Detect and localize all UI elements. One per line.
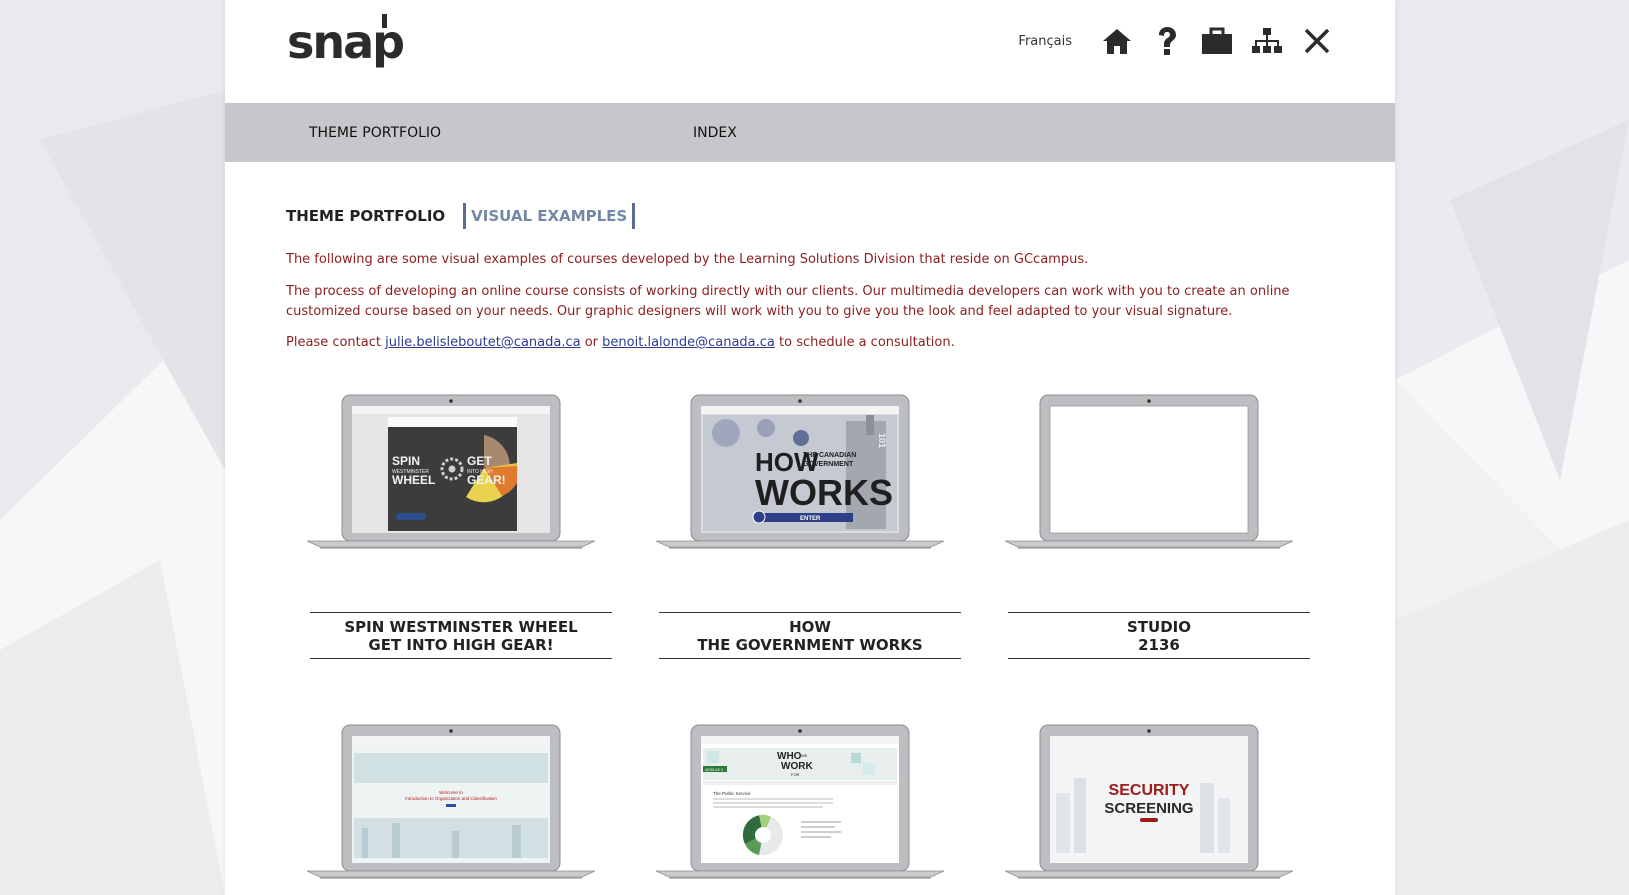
- main-page: snap Français THEME PORTFOLIO INDEX THEM…: [225, 0, 1395, 895]
- caption-line-1: SPIN WESTMINSTER WHEEL: [344, 617, 578, 636]
- caption-line-1: HOW: [789, 617, 831, 636]
- screen-text: SECURITY: [1109, 782, 1190, 799]
- tab-theme-portfolio[interactable]: THEME PORTFOLIO: [286, 207, 445, 225]
- home-icon[interactable]: [1096, 24, 1138, 58]
- contact-text-after: to schedule a consultation.: [774, 335, 955, 350]
- screen-text: WORKS: [755, 472, 893, 513]
- intro-paragraph-2: The process of developing an online cour…: [286, 284, 1290, 319]
- example-caption[interactable]: SPIN WESTMINSTER WHEEL GET INTO HIGH GEA…: [310, 612, 612, 659]
- laptop-thumbnail[interactable]: HOW THE CANADIAN GOVERNMENT WORKS ENTER …: [651, 393, 957, 556]
- menu-item-theme-portfolio[interactable]: THEME PORTFOLIO: [309, 125, 441, 141]
- site-header: snap Français: [225, 0, 1395, 103]
- contact-paragraph: Please contact julie.belisleboutet@canad…: [286, 333, 1346, 353]
- help-icon[interactable]: [1146, 24, 1188, 58]
- tab-visual-examples[interactable]: VISUAL EXAMPLES: [463, 203, 636, 229]
- example-caption[interactable]: STUDIO 2136: [1008, 612, 1310, 659]
- menu-item-index[interactable]: INDEX: [693, 125, 737, 141]
- screen-text: GEAR!: [467, 473, 506, 487]
- snap-logo[interactable]: snap: [287, 14, 405, 74]
- intro-paragraph-1: The following are some visual examples o…: [286, 252, 1089, 267]
- language-toggle[interactable]: Français: [1018, 34, 1072, 49]
- sitemap-icon[interactable]: [1246, 24, 1288, 58]
- contact-text-middle: or: [580, 335, 603, 350]
- screen-text: FOR: [791, 772, 800, 777]
- top-navigation: Français: [1018, 24, 1338, 58]
- close-icon[interactable]: [1296, 24, 1338, 58]
- screen-text: WHEEL: [392, 473, 435, 487]
- caption-line-1: STUDIO: [1127, 617, 1191, 636]
- screen-text: GET: [467, 454, 492, 468]
- screen-text: The Public Service: [713, 791, 751, 796]
- example-caption[interactable]: HOW THE GOVERNMENT WORKS: [659, 612, 961, 659]
- screen-text: MODULE 2: [705, 768, 723, 772]
- screen-text: SCREENING: [1104, 800, 1193, 817]
- laptop-thumbnail[interactable]: SECURITY SCREENING: [1000, 723, 1306, 886]
- toolbox-icon[interactable]: [1196, 24, 1238, 58]
- screen-text: Introduction to Organization and Classif…: [405, 796, 497, 801]
- screen-text: Welcome to: [439, 790, 463, 795]
- screen-text: 101: [877, 433, 887, 448]
- caption-line-2: THE GOVERNMENT WORKS: [697, 635, 923, 654]
- content-area: THEME PORTFOLIO VISUAL EXAMPLES The foll…: [286, 200, 1346, 353]
- screen-text: WORK: [781, 761, 813, 772]
- laptop-thumbnail[interactable]: [1000, 393, 1306, 556]
- screen-text: SPIN: [392, 454, 420, 468]
- section-tabs: THEME PORTFOLIO VISUAL EXAMPLES: [286, 200, 1346, 232]
- email-link-julie[interactable]: julie.belisleboutet@canada.ca: [385, 335, 580, 350]
- main-menu-bar: THEME PORTFOLIO INDEX: [225, 103, 1395, 162]
- caption-line-2: GET INTO HIGH GEAR!: [368, 635, 554, 654]
- screen-text: GOVERNMENT: [803, 461, 854, 468]
- laptop-thumbnail[interactable]: WHO WE WORK FOR MODULE 2 The Public Serv…: [651, 723, 957, 886]
- email-link-benoit[interactable]: benoit.lalonde@canada.ca: [602, 335, 775, 350]
- caption-line-2: 2136: [1138, 635, 1180, 654]
- laptop-thumbnail[interactable]: SPIN WESTMINSTER WHEEL GET INTO HIGH GEA…: [302, 393, 608, 556]
- contact-text-before: Please contact: [286, 335, 386, 350]
- screen-text: WE: [801, 753, 808, 758]
- screen-text: ENTER: [800, 516, 821, 522]
- laptop-thumbnail[interactable]: Welcome to Introduction to Organization …: [302, 723, 608, 886]
- screen-text: THE CANADIAN: [803, 452, 856, 459]
